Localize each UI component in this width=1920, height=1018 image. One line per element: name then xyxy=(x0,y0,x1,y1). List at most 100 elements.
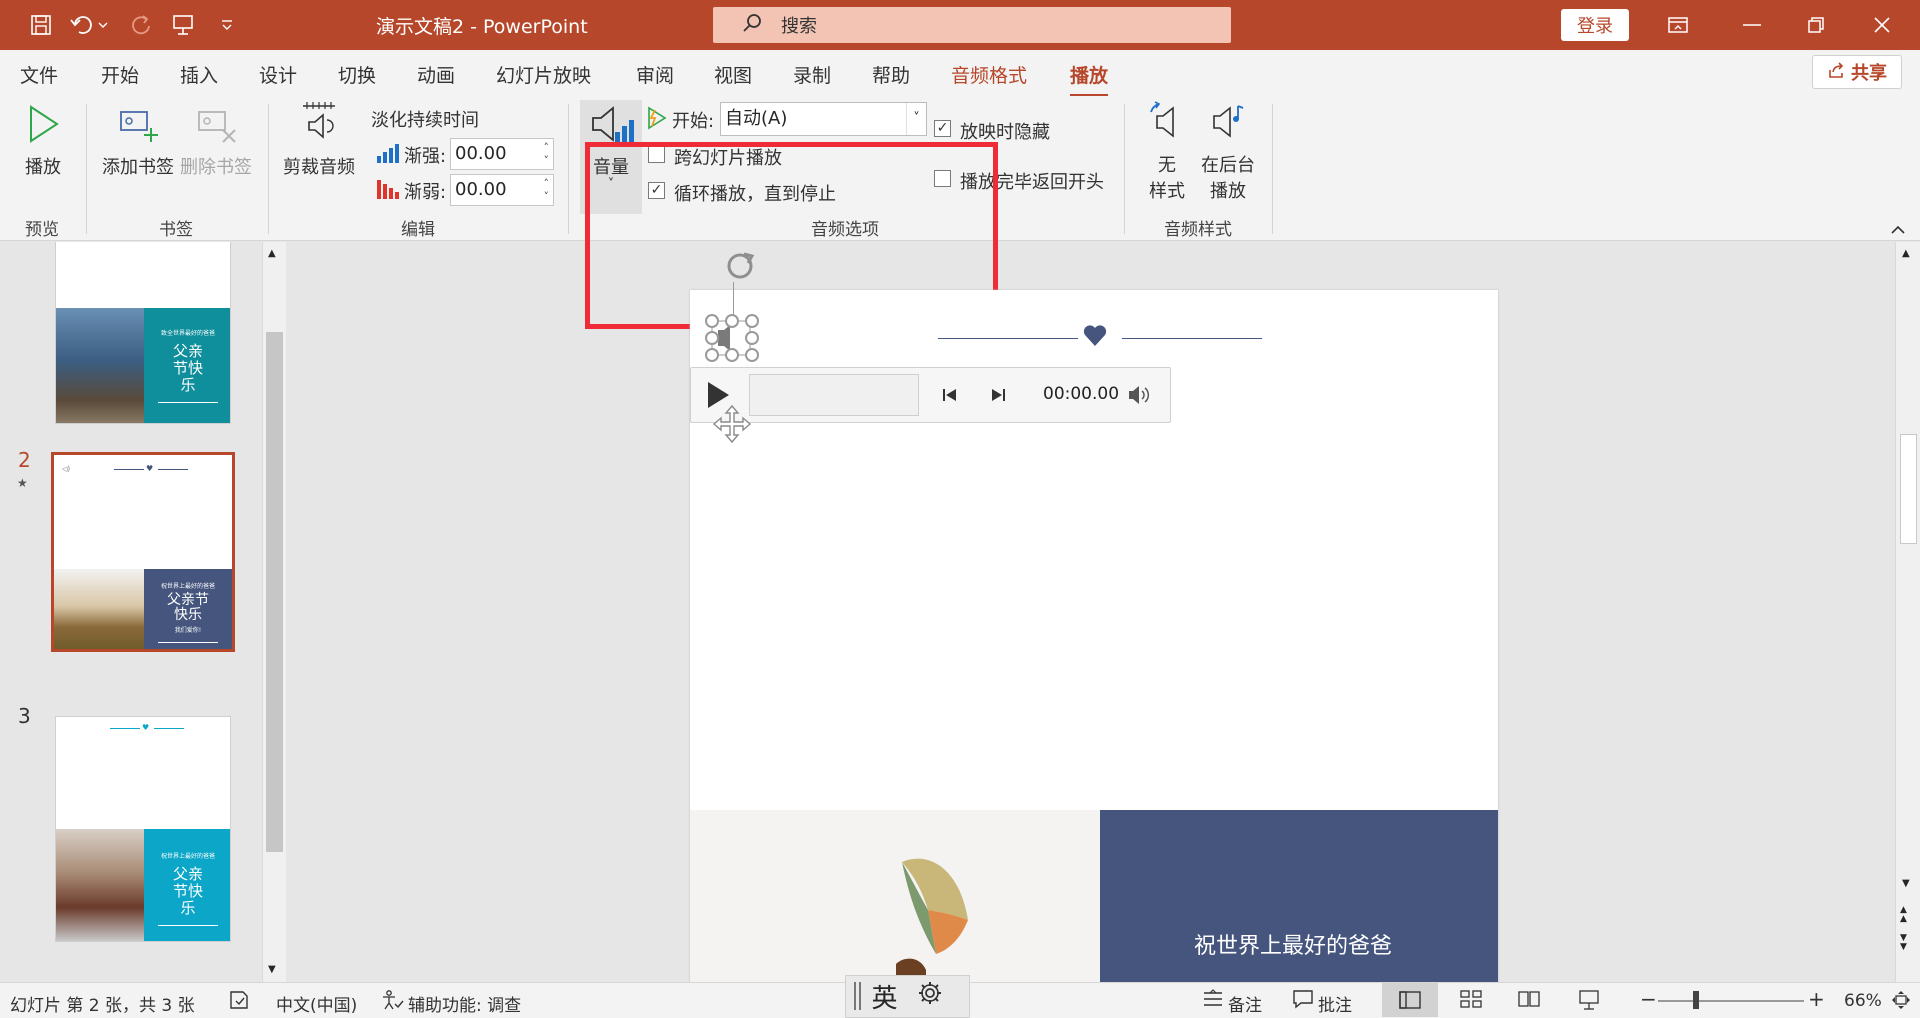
move-handle-icon[interactable] xyxy=(712,404,752,448)
zoom-slider-track[interactable] xyxy=(1658,1000,1804,1002)
zoom-level[interactable]: 66% xyxy=(1844,991,1882,1011)
add-bookmark-button[interactable]: 添加书签 xyxy=(100,104,176,179)
tab-review[interactable]: 审阅 xyxy=(636,61,674,88)
start-lightning-icon xyxy=(645,106,667,134)
tab-playback[interactable]: 播放 xyxy=(1070,61,1109,97)
next-slide-icon[interactable]: ▼ ▼ xyxy=(1900,934,1907,952)
tab-transitions[interactable]: 切换 xyxy=(338,61,376,88)
fade-in-input[interactable]: 00.00 ˄ ˅ xyxy=(450,138,554,170)
drag-handle-icon[interactable] xyxy=(854,982,861,1010)
restore-icon[interactable] xyxy=(1786,0,1846,50)
start-dropdown[interactable]: 自动(A) ˅ xyxy=(720,102,927,136)
ime-toolbar: 英 xyxy=(845,975,970,1018)
spinner-arrows-icon[interactable]: ˄ ˅ xyxy=(544,141,550,167)
zoom-out-icon[interactable]: − xyxy=(1640,987,1657,1011)
login-button[interactable]: 登录 xyxy=(1561,9,1629,41)
language-indicator[interactable]: 中文(中国) xyxy=(276,991,357,1016)
share-button[interactable]: 共享 xyxy=(1812,55,1902,89)
hide-during-show-checkbox[interactable]: ✓ xyxy=(934,120,951,137)
minimize-icon[interactable] xyxy=(1722,0,1782,50)
search-icon xyxy=(741,12,763,39)
normal-view-button[interactable] xyxy=(1382,983,1438,1017)
group-separator xyxy=(568,104,569,234)
fade-in-value: 00.00 xyxy=(455,143,507,164)
thumbnail-small-text: 祝世界上最好的爸爸 xyxy=(160,583,215,590)
audio-progress-track[interactable] xyxy=(749,374,919,416)
remove-bookmark-icon xyxy=(178,104,254,149)
tab-audio-format[interactable]: 音频格式 xyxy=(951,61,1027,88)
ime-mode[interactable]: 英 xyxy=(871,978,897,1015)
group-label-bookmarks: 书签 xyxy=(159,220,193,240)
scroll-down-icon[interactable]: ▼ xyxy=(1902,878,1910,889)
slide-scrollbar[interactable]: ▲ ▼ ▲ ▲ ▼ ▼ xyxy=(1895,242,1920,982)
slide-thumbnail-2[interactable]: ◁) ♥ 祝世界上最好的爸爸 父亲节快乐 我们爱你! xyxy=(51,452,235,652)
undo-icon[interactable] xyxy=(66,10,112,40)
reading-view-icon[interactable] xyxy=(1518,990,1540,1013)
add-bookmark-label: 添加书签 xyxy=(102,157,174,178)
scroll-up-icon[interactable]: ▲ xyxy=(1902,248,1910,259)
tab-record[interactable]: 录制 xyxy=(793,61,831,88)
fade-in-icon xyxy=(376,142,400,168)
scroll-thumb[interactable] xyxy=(1900,434,1917,544)
ribbon-display-options-icon[interactable] xyxy=(1648,0,1708,50)
notes-button[interactable]: 备注 xyxy=(1228,991,1262,1016)
slideshow-view-icon[interactable] xyxy=(1578,989,1600,1016)
tab-view[interactable]: 视图 xyxy=(714,61,752,88)
audio-icon-selection[interactable] xyxy=(704,314,762,362)
skip-forward-icon[interactable] xyxy=(989,386,1007,408)
accessibility-icon[interactable] xyxy=(380,989,404,1016)
group-label-preview: 预览 xyxy=(25,220,59,240)
rotate-handle-icon[interactable] xyxy=(722,250,760,288)
slide-sorter-icon[interactable] xyxy=(1460,990,1482,1013)
customize-qat-icon[interactable] xyxy=(210,10,244,40)
slide-thumbnail-3[interactable]: ♥ 祝世界上最好的爸爸 父亲节快乐 xyxy=(55,716,231,942)
trim-audio-icon xyxy=(280,100,358,149)
thumbnail-scrollbar[interactable]: ▲ ▼ xyxy=(262,242,286,982)
share-label: 共享 xyxy=(1851,63,1887,84)
redo-icon[interactable] xyxy=(124,10,158,40)
scroll-down-icon[interactable]: ▼ xyxy=(268,964,276,975)
collapse-ribbon-icon[interactable] xyxy=(1890,220,1906,239)
ime-settings-icon[interactable] xyxy=(916,979,944,1014)
spell-check-icon[interactable] xyxy=(228,989,250,1016)
comments-icon[interactable] xyxy=(1292,989,1314,1014)
zoom-in-icon[interactable]: + xyxy=(1808,987,1825,1011)
notes-icon[interactable] xyxy=(1202,989,1224,1014)
start-slideshow-icon[interactable] xyxy=(166,10,200,40)
comments-button[interactable]: 批注 xyxy=(1318,991,1352,1016)
tab-file[interactable]: 文件 xyxy=(20,61,58,88)
play-icon xyxy=(18,104,68,149)
slide-thumbnail-1[interactable]: 致全世界最好的爸爸 父亲节快乐 xyxy=(55,242,231,424)
previous-slide-icon[interactable]: ▲ ▲ xyxy=(1900,906,1907,924)
play-in-background-button[interactable]: 在后台 播放 xyxy=(1198,100,1258,203)
no-style-button[interactable]: 无 样式 xyxy=(1140,100,1194,203)
title-bar: 演示文稿2 - PowerPoint 搜索 登录 xyxy=(0,0,1920,50)
tab-design[interactable]: 设计 xyxy=(259,61,297,88)
tab-home[interactable]: 开始 xyxy=(101,61,139,88)
accessibility-status[interactable]: 辅助功能: 调查 xyxy=(408,991,521,1016)
fit-to-window-icon[interactable] xyxy=(1890,989,1912,1016)
search-box[interactable]: 搜索 xyxy=(713,7,1231,43)
play-in-background-label-1: 在后台 xyxy=(1201,155,1255,176)
slide-caption[interactable]: 祝世界上最好的爸爸 xyxy=(1100,928,1486,960)
audio-volume-icon[interactable] xyxy=(1127,384,1153,410)
chevron-down-icon[interactable]: ˅ xyxy=(906,103,926,135)
tab-animations[interactable]: 动画 xyxy=(417,61,455,88)
fade-out-input[interactable]: 00.00 ˄ ˅ xyxy=(450,174,554,206)
trim-audio-button[interactable]: 剪裁音频 xyxy=(280,100,358,179)
scroll-up-icon[interactable]: ▲ xyxy=(268,248,276,259)
play-button[interactable]: 播放 xyxy=(18,104,68,179)
hide-during-show-label: 放映时隐藏 xyxy=(960,122,1050,143)
spinner-arrows-icon[interactable]: ˄ ˅ xyxy=(544,177,550,203)
scroll-thumb[interactable] xyxy=(266,332,283,852)
zoom-slider-thumb[interactable] xyxy=(1693,991,1699,1009)
tab-help[interactable]: 帮助 xyxy=(872,61,910,88)
close-icon[interactable] xyxy=(1852,0,1912,50)
add-bookmark-icon xyxy=(100,104,176,149)
save-icon[interactable] xyxy=(24,10,58,40)
no-style-label-2: 样式 xyxy=(1149,181,1185,202)
tab-slideshow[interactable]: 幻灯片放映 xyxy=(496,61,591,88)
tab-insert[interactable]: 插入 xyxy=(180,61,218,88)
skip-back-icon[interactable] xyxy=(941,386,959,408)
remove-bookmark-button[interactable]: 删除书签 xyxy=(178,104,254,179)
